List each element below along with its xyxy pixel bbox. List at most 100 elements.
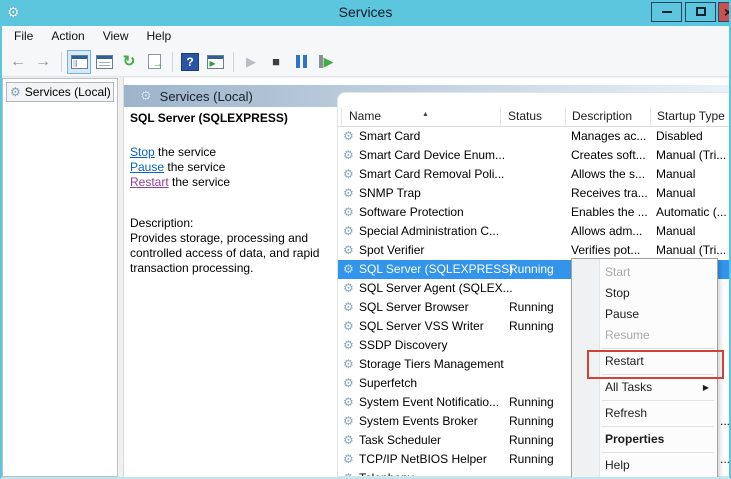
service-name: SNMP Trap [359, 186, 421, 201]
pause-service-link[interactable]: Pause [130, 160, 164, 174]
start-service-button[interactable]: ▶ [239, 50, 263, 74]
tree-item-label: Services (Local) [25, 85, 111, 99]
service-name: Superfetch [359, 376, 417, 391]
show-action-pane-button[interactable]: ▶ [203, 50, 227, 74]
selected-service-title: SQL Server (SQLEXPRESS) [130, 111, 288, 125]
restart-service-link[interactable]: Restart [130, 175, 169, 189]
refresh-view-button[interactable]: ↻ [117, 50, 141, 74]
forward-button[interactable]: → [31, 50, 55, 74]
service-action-links: Stop the servicePause the serviceRestart… [130, 145, 230, 190]
service-startup-type: Manual [656, 186, 695, 201]
service-status: Running [509, 300, 554, 315]
minimize-button[interactable] [651, 2, 682, 22]
service-status: Running [509, 262, 554, 277]
back-arrow-icon: ← [10, 55, 26, 69]
service-name: Smart Card Device Enum... [359, 148, 505, 163]
back-button[interactable]: ← [6, 50, 30, 74]
occluded-startup-text: ... [720, 414, 730, 429]
menubar: FileActionViewHelp [0, 26, 731, 47]
toolbar-separator [61, 52, 62, 72]
column-header-status[interactable]: Status [501, 107, 566, 127]
service-description: Provides storage, processing and control… [130, 231, 342, 276]
service-row-special-administration-c[interactable]: ⚙ Special Administration C... Allows adm..… [338, 222, 730, 241]
occluded-startup-text: ... [720, 452, 730, 467]
list-column-headers: Name ▲ Status Description Startup Type [338, 107, 730, 127]
export-list-button[interactable]: → [142, 50, 166, 74]
stop-service-link[interactable]: Stop [130, 145, 155, 159]
maximize-button[interactable] [685, 2, 716, 22]
column-header-name[interactable]: Name ▲ [341, 107, 501, 127]
context-menu-item-stop[interactable]: Stop [600, 283, 717, 304]
sort-ascending-icon: ▲ [422, 105, 429, 124]
service-gear-icon: ⚙ [343, 129, 354, 144]
service-description-cell: Allows adm... [571, 224, 642, 239]
toolbar-separator [172, 52, 173, 72]
service-gear-icon: ⚙ [343, 243, 354, 258]
menu-file[interactable]: File [5, 26, 42, 43]
close-button[interactable]: × [718, 2, 731, 22]
services-gear-icon: ⚙ [10, 85, 21, 99]
maximize-icon [696, 7, 706, 16]
toolbar: ←→↻→?▶▶■▶ [0, 47, 731, 77]
services-window: ⚙ Services × FileActionViewHelp ←→↻→?▶▶■… [0, 0, 731, 479]
taskpad-header-title: Services (Local) [160, 89, 253, 104]
service-startup-type: Manual (Tri... [656, 243, 726, 258]
service-name: SQL Server Agent (SQLEX... [359, 281, 513, 296]
service-description-cell: Manages ac... [571, 129, 646, 144]
service-row-smart-card[interactable]: ⚙ Smart Card Manages ac... Disabled [338, 127, 730, 146]
service-name: Smart Card [359, 129, 420, 144]
service-name: SQL Server VSS Writer [359, 319, 484, 334]
context-menu-item-all-tasks[interactable]: All Tasks▶ [600, 377, 717, 398]
menu-help[interactable]: Help [138, 26, 181, 43]
link-suffix: the service [155, 145, 216, 159]
service-row-smart-card-device-enum[interactable]: ⚙Smart Card Device Enum...Creates soft..… [338, 146, 730, 165]
service-name: Software Protection [359, 205, 464, 220]
service-name: Smart Card Removal Poli... [359, 167, 504, 182]
service-row-snmp-trap[interactable]: ⚙SNMP TrapReceives tra...Manual [338, 184, 730, 203]
column-header-label: Name [349, 109, 381, 123]
properties-window-button[interactable] [92, 50, 116, 74]
stop-icon: ■ [272, 55, 280, 69]
context-menu-separator [602, 426, 714, 427]
service-name: SQL Server Browser [359, 300, 469, 315]
menu-view[interactable]: View [94, 26, 138, 43]
service-startup-type: Disabled [656, 129, 703, 144]
service-gear-icon: ⚙ [343, 167, 354, 182]
service-gear-icon: ⚙ [343, 262, 354, 277]
service-gear-icon: ⚙ [343, 395, 354, 410]
service-startup-type: Manual (Tri... [656, 148, 726, 163]
service-gear-icon: ⚙ [343, 281, 354, 296]
tree-item-services-local[interactable]: ⚙ Services (Local) [6, 82, 114, 102]
restart-service-button[interactable]: ▶ [314, 50, 338, 74]
submenu-arrow-icon: ▶ [703, 377, 709, 398]
service-row-software-protection[interactable]: ⚙Software ProtectionEnables the ...Autom… [338, 203, 730, 222]
show-console-tree-button[interactable] [67, 50, 91, 74]
context-menu-item-help[interactable]: Help [600, 455, 717, 476]
export-list-icon: → [148, 54, 161, 69]
service-description-cell: Creates soft... [571, 148, 646, 163]
restart-icon: ▶ [319, 55, 334, 68]
menu-action[interactable]: Action [42, 26, 93, 43]
column-header-description[interactable]: Description [566, 107, 651, 127]
context-menu-separator [602, 348, 714, 349]
service-gear-icon: ⚙ [343, 300, 354, 315]
service-row-smart-card-removal-poli[interactable]: ⚙Smart Card Removal Poli...Allows the s.… [338, 165, 730, 184]
context-menu-item-pause[interactable]: Pause [600, 304, 717, 325]
service-gear-icon: ⚙ [343, 205, 354, 220]
service-gear-icon: ⚙ [343, 471, 354, 476]
service-description-cell: Receives tra... [571, 186, 648, 201]
service-gear-icon: ⚙ [343, 224, 354, 239]
help-icon: ? [181, 53, 199, 71]
service-link-restart: Restart the service [130, 175, 230, 190]
stop-service-button[interactable]: ■ [264, 50, 288, 74]
minimize-icon [662, 11, 672, 13]
service-gear-icon: ⚙ [343, 357, 354, 372]
help-button[interactable]: ? [178, 50, 202, 74]
context-menu-item-refresh[interactable]: Refresh [600, 403, 717, 424]
pause-service-button[interactable] [289, 50, 313, 74]
context-menu-item-properties[interactable]: Properties [600, 429, 717, 450]
service-name: Special Administration C... [359, 224, 499, 239]
window-title: Services [0, 0, 731, 26]
pause-icon [296, 55, 307, 68]
column-header-startup-type[interactable]: Startup Type [651, 107, 731, 127]
